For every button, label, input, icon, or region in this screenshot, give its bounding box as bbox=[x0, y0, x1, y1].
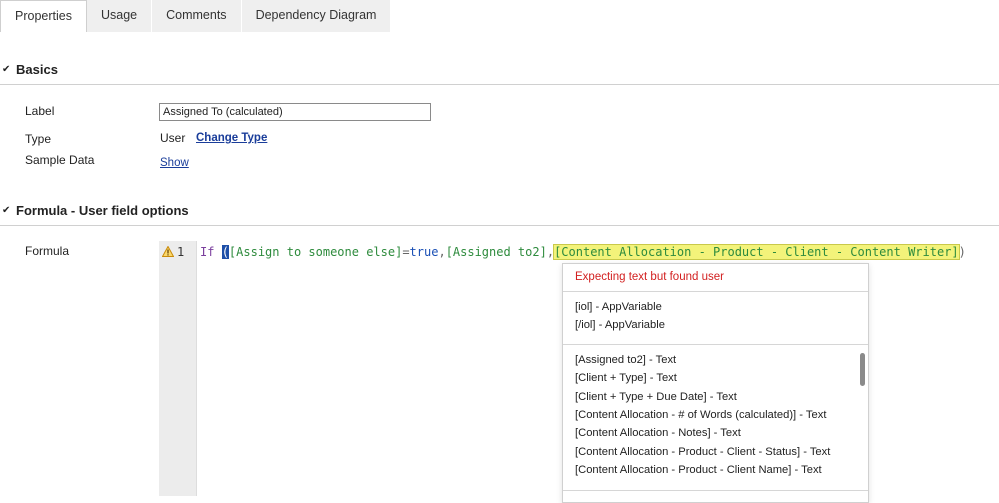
tab-comments[interactable]: Comments bbox=[152, 0, 242, 32]
token-close-paren: ) bbox=[958, 245, 966, 259]
token-comma: , bbox=[438, 245, 446, 259]
suggestion-item[interactable]: [Client + Type + Due Date] - Text bbox=[575, 391, 737, 403]
token-open-paren: ( bbox=[221, 245, 229, 259]
autocomplete-popup[interactable]: Expecting text but found user [iol] - Ap… bbox=[562, 263, 869, 503]
section-basics-title: Basics bbox=[16, 62, 58, 77]
chevron-down-icon: ✔ bbox=[2, 205, 11, 216]
token-field-content-writer: [Content Allocation - Product - Client -… bbox=[553, 244, 960, 260]
suggestion-item[interactable]: [Content Allocation - # of Words (calcul… bbox=[575, 409, 826, 421]
suggestion-item[interactable]: [iol] - AppVariable bbox=[575, 301, 662, 313]
chevron-down-icon: ✔ bbox=[2, 64, 11, 75]
token-field-assigned-to2: [Assigned to2] bbox=[445, 245, 547, 259]
divider bbox=[563, 291, 868, 292]
token-true: true bbox=[409, 245, 439, 259]
suggestion-item[interactable]: [Client + Type] - Text bbox=[575, 372, 677, 384]
token-equals: = bbox=[402, 245, 410, 259]
editor-gutter: 1 bbox=[159, 241, 197, 496]
section-formula-header[interactable]: ✔ Formula - User field options bbox=[0, 196, 999, 226]
suggestion-item[interactable]: [Assigned to2] - Text bbox=[575, 354, 676, 366]
tab-bar: Properties Usage Comments Dependency Dia… bbox=[0, 0, 392, 32]
label-field-label: Label bbox=[25, 104, 55, 118]
warning-icon bbox=[162, 246, 174, 257]
show-sample-data-link[interactable]: Show bbox=[160, 157, 189, 169]
popup-scrollbar-thumb[interactable] bbox=[860, 353, 865, 386]
change-type-link[interactable]: Change Type bbox=[196, 132, 267, 144]
section-basics-header[interactable]: ✔ Basics bbox=[0, 55, 999, 85]
error-message: Expecting text but found user bbox=[575, 271, 724, 283]
section-formula-title: Formula - User field options bbox=[16, 203, 189, 218]
label-input[interactable]: Assigned To (calculated) bbox=[159, 103, 431, 121]
token-if-keyword: If bbox=[200, 245, 215, 259]
token-field-assign-to-someone-else: [Assign to someone else] bbox=[228, 245, 403, 259]
type-value: User bbox=[160, 131, 186, 145]
tab-properties[interactable]: Properties bbox=[0, 0, 87, 32]
suggestion-item[interactable]: [Content Allocation - Notes] - Text bbox=[575, 427, 741, 439]
type-field-label: Type bbox=[25, 132, 52, 146]
suggestion-item[interactable]: [Content Allocation - Product - Client N… bbox=[575, 464, 822, 476]
suggestion-item[interactable]: [Content Allocation - Product - Client -… bbox=[575, 446, 830, 458]
token-comma: , bbox=[546, 245, 555, 259]
divider bbox=[563, 490, 868, 491]
divider bbox=[563, 344, 868, 345]
formula-code-line[interactable]: If ([Assign to someone else]=true,[Assig… bbox=[200, 244, 966, 261]
formula-field-label: Formula bbox=[25, 244, 70, 258]
tab-usage[interactable]: Usage bbox=[86, 0, 153, 32]
sample-data-label: Sample Data bbox=[25, 153, 95, 167]
suggestion-item[interactable]: [/iol] - AppVariable bbox=[575, 319, 665, 331]
tab-dependency-diagram[interactable]: Dependency Diagram bbox=[241, 0, 392, 32]
line-number: 1 bbox=[177, 245, 185, 259]
